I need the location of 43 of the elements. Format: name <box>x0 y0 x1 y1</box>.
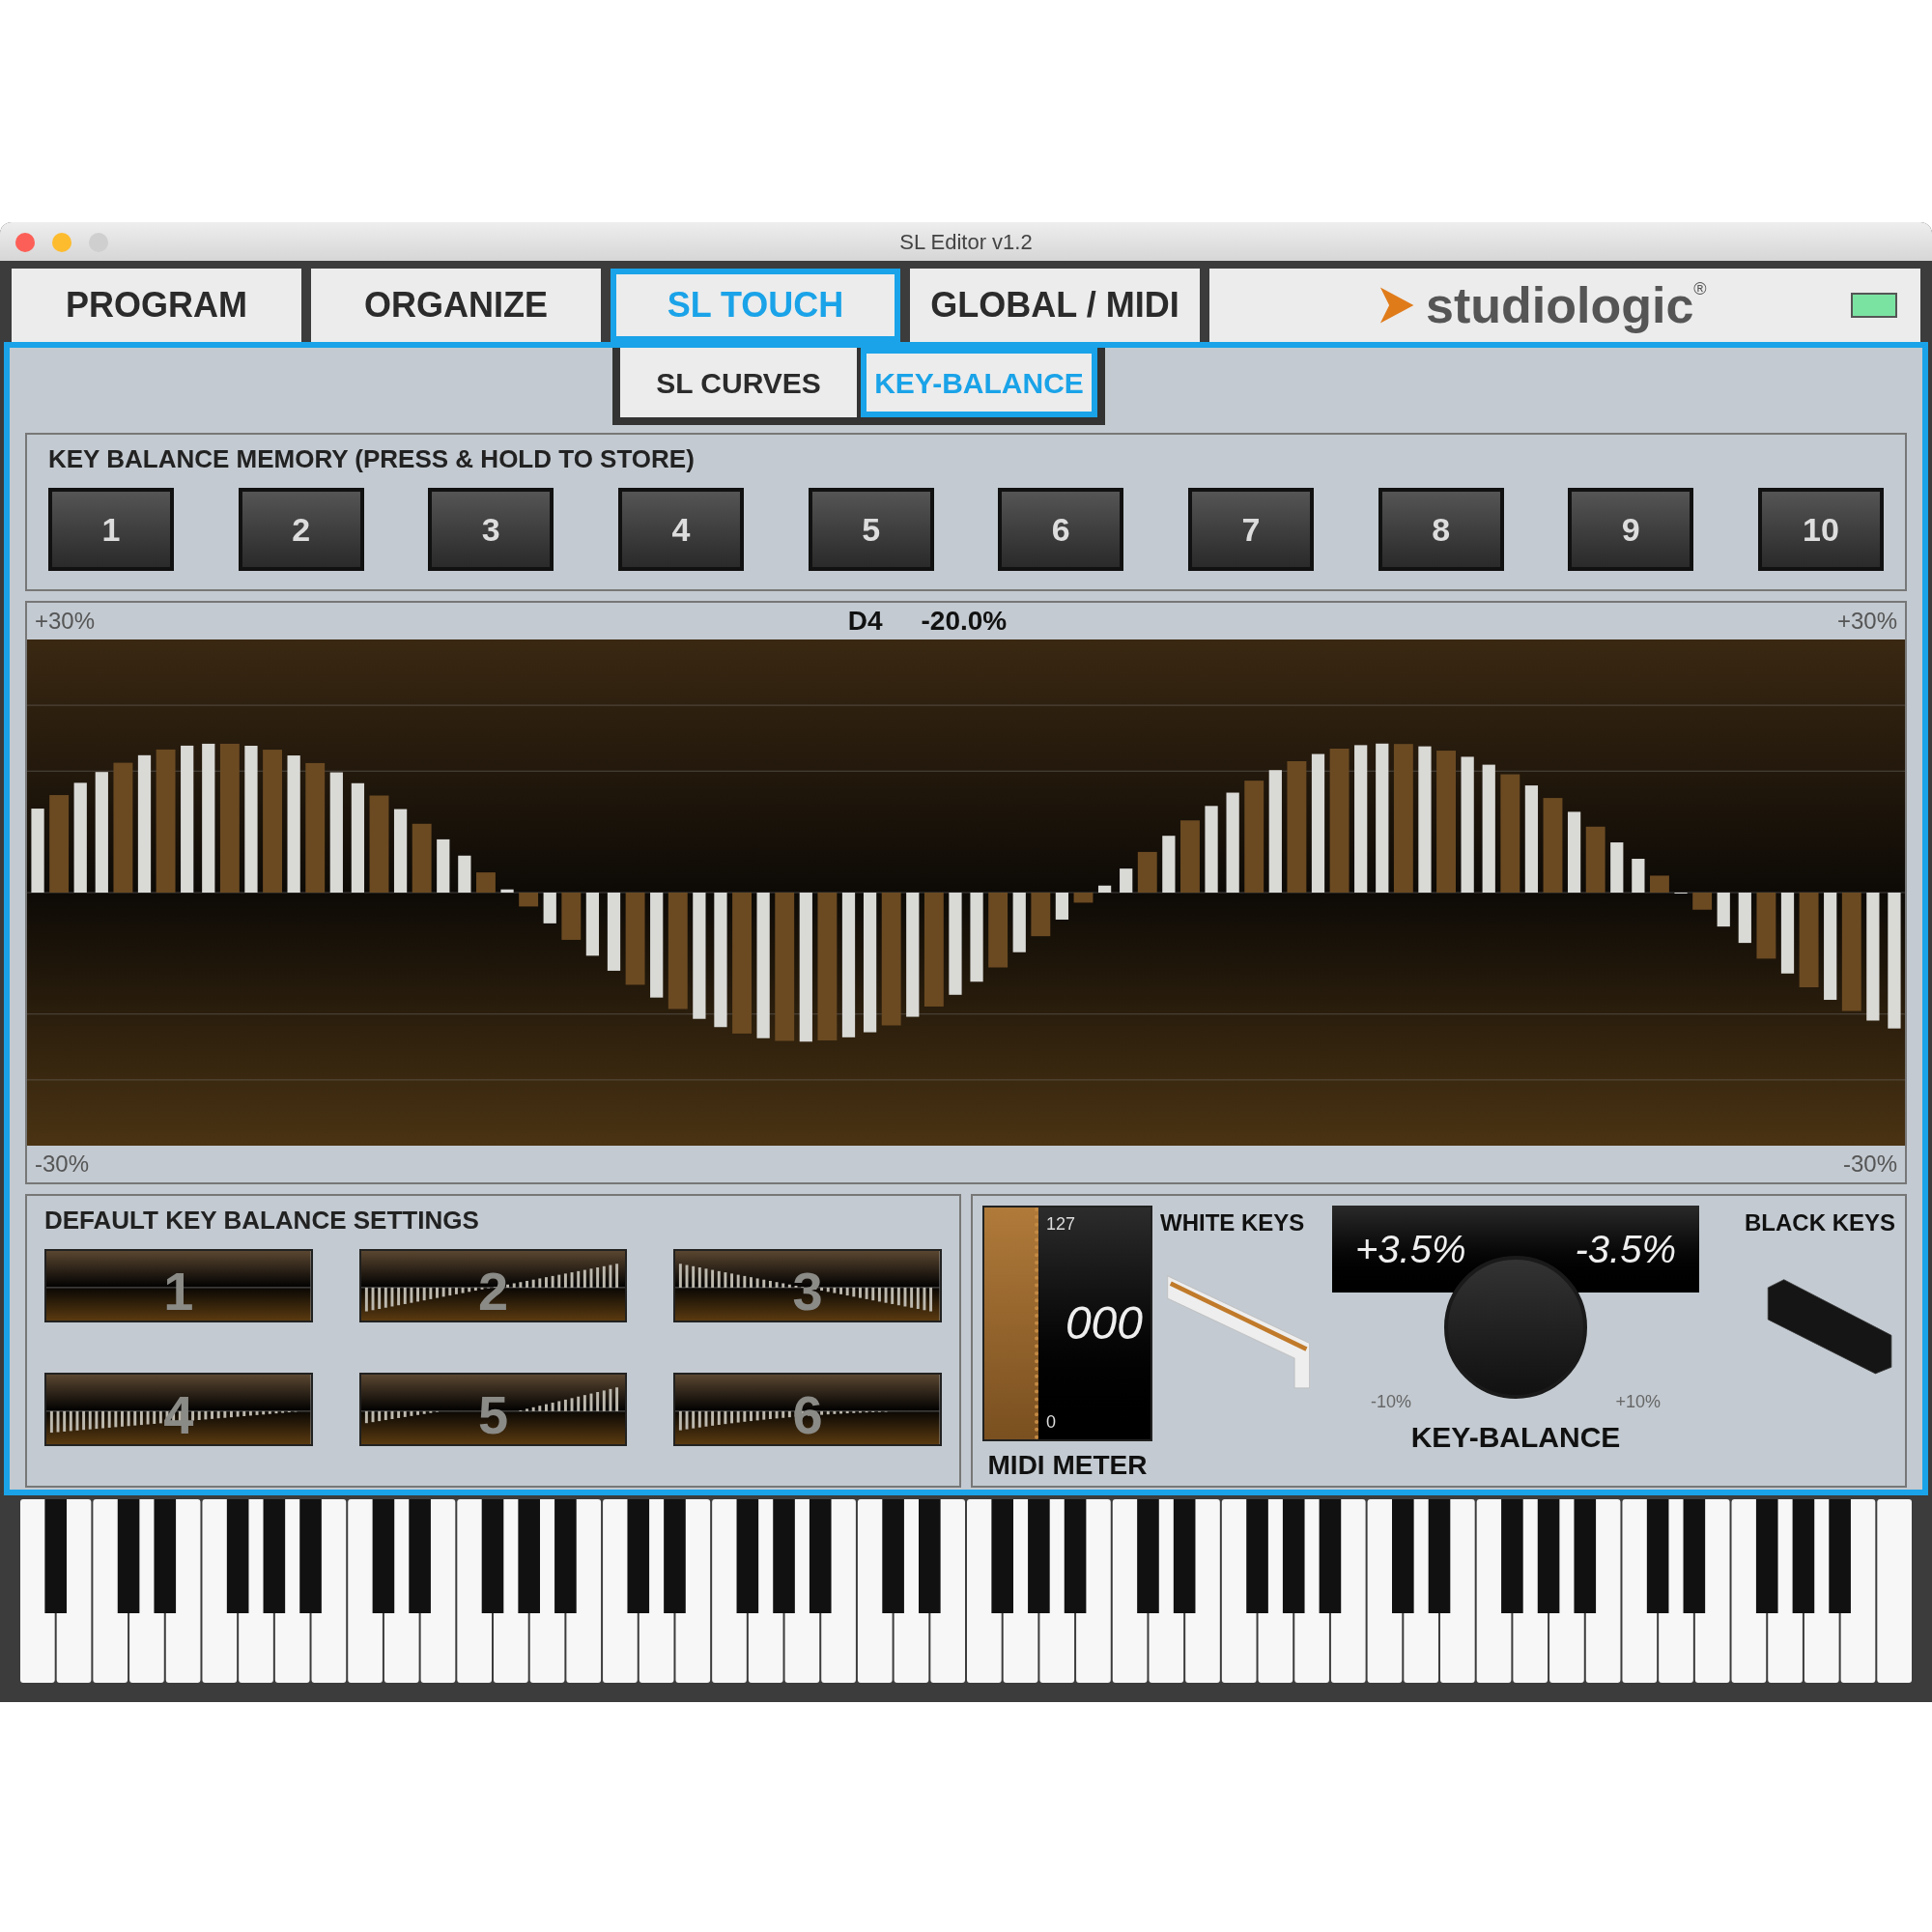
meter-label: MIDI METER <box>987 1449 1148 1482</box>
memory-button[interactable]: 10 <box>1757 488 1884 571</box>
memory-button[interactable]: 3 <box>428 488 554 571</box>
subtab[interactable]: SL CURVES <box>620 348 857 417</box>
meter-min-label: 0 <box>1046 1411 1057 1434</box>
key-type-label: BLACK KEYS <box>1745 1208 1895 1237</box>
tab[interactable]: GLOBAL / MIDI <box>910 269 1200 342</box>
memory-button[interactable]: 1 <box>48 488 174 571</box>
memory-button[interactable]: 2 <box>238 488 364 571</box>
tab[interactable]: ORGANIZE <box>311 269 601 342</box>
scale-label: -30% <box>35 1150 90 1179</box>
memory-button[interactable]: 4 <box>617 488 744 571</box>
memory-button[interactable]: 9 <box>1568 488 1694 571</box>
defaults-title: DEFAULT KEY BALANCE SETTINGS <box>44 1205 480 1236</box>
meter-value: 000 <box>1065 1296 1144 1350</box>
key-value-readout: -3.5% <box>1575 1227 1676 1272</box>
scale-label: +30% <box>1836 607 1897 636</box>
knob-min-label: -10% <box>1371 1391 1412 1413</box>
note-label: D4 <box>847 605 883 638</box>
meter-max-label: 127 <box>1046 1213 1077 1236</box>
status-led-icon <box>1851 293 1897 318</box>
preset-button[interactable]: 3 <box>673 1249 942 1322</box>
knob-label: KEY-BALANCE <box>1410 1420 1621 1455</box>
memory-button[interactable]: 6 <box>998 488 1124 571</box>
tab[interactable]: PROGRAM <box>12 269 301 342</box>
preset-button[interactable]: 6 <box>673 1373 942 1446</box>
scale-label: -30% <box>1842 1150 1897 1179</box>
key-value-readout: +3.5% <box>1355 1227 1466 1272</box>
registered-mark: ® <box>1693 278 1707 298</box>
memory-button[interactable]: 5 <box>808 488 934 571</box>
balance-value: -20.0% <box>921 605 1008 638</box>
memory-button[interactable]: 7 <box>1187 488 1314 571</box>
scale-label: +30% <box>35 607 96 636</box>
preset-button[interactable]: 5 <box>358 1373 628 1446</box>
memory-title: KEY BALANCE MEMORY (PRESS & HOLD TO STORE) <box>48 443 696 475</box>
preset-button[interactable]: 4 <box>44 1373 313 1446</box>
preset-button[interactable]: 1 <box>44 1249 313 1322</box>
preset-button[interactable]: 2 <box>358 1249 628 1322</box>
memory-button[interactable]: 8 <box>1378 488 1504 571</box>
piano-keyboard-drawing[interactable] <box>19 1499 1913 1683</box>
key-type-label: WHITE KEYS <box>1160 1208 1306 1237</box>
window-title: SL Editor v1.2 <box>899 228 1033 256</box>
knob-max-label: +10% <box>1615 1391 1661 1413</box>
